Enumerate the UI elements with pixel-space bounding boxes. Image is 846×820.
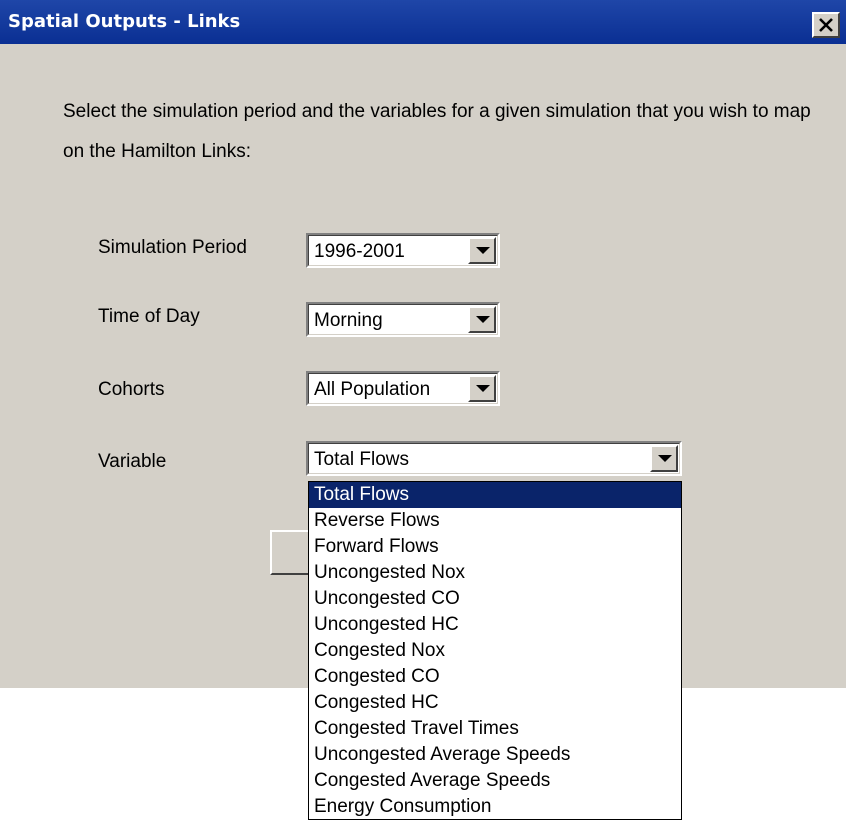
instructions-text: Select the simulation period and the var… xyxy=(63,101,811,162)
chevron-down-icon xyxy=(658,455,672,462)
variable-option[interactable]: Congested CO xyxy=(309,664,681,690)
variable-dropdown-list[interactable]: Total Flows Reverse Flows Forward Flows Unc… xyxy=(308,481,682,820)
variable-option[interactable]: Total Flows xyxy=(309,482,681,508)
cohorts-dropdown-button[interactable] xyxy=(468,375,496,402)
variable-option[interactable]: Uncongested HC xyxy=(309,612,681,638)
variable-option[interactable]: Congested Nox xyxy=(309,638,681,664)
variable-option[interactable]: Congested HC xyxy=(309,690,681,716)
variable-select[interactable]: Total Flows xyxy=(306,441,682,476)
cohorts-label: Cohorts xyxy=(98,379,165,400)
simulation-period-select[interactable]: 1996-2001 xyxy=(306,233,500,268)
close-button[interactable] xyxy=(812,12,840,38)
simulation-period-dropdown-button[interactable] xyxy=(468,237,496,264)
time-of-day-dropdown-button[interactable] xyxy=(468,306,496,333)
variable-option[interactable]: Forward Flows xyxy=(309,534,681,560)
cohorts-select[interactable]: All Population xyxy=(306,371,500,406)
chevron-down-icon xyxy=(476,247,490,254)
variable-value: Total Flows xyxy=(314,449,410,470)
chevron-down-icon xyxy=(476,316,490,323)
variable-option[interactable]: Congested Travel Times xyxy=(309,716,681,742)
time-of-day-label: Time of Day xyxy=(98,306,200,327)
time-of-day-select[interactable]: Morning xyxy=(306,302,500,337)
variable-option[interactable]: Uncongested CO xyxy=(309,586,681,612)
simulation-period-label: Simulation Period xyxy=(98,237,247,258)
obscured-button[interactable] xyxy=(270,530,310,575)
variable-option[interactable]: Uncongested Nox xyxy=(309,560,681,586)
chevron-down-icon xyxy=(476,385,490,392)
close-icon xyxy=(819,18,833,32)
cohorts-value: All Population xyxy=(314,379,431,400)
variable-option[interactable]: Energy Consumption xyxy=(309,794,681,819)
variable-option[interactable]: Uncongested Average Speeds xyxy=(309,742,681,768)
title-bar[interactable]: Spatial Outputs - Links xyxy=(0,0,846,44)
window-title: Spatial Outputs - Links xyxy=(8,11,241,32)
variable-label: Variable xyxy=(98,451,167,472)
time-of-day-value: Morning xyxy=(314,310,383,331)
simulation-period-value: 1996-2001 xyxy=(314,241,405,262)
variable-dropdown-button[interactable] xyxy=(650,445,678,472)
variable-option[interactable]: Congested Average Speeds xyxy=(309,768,681,794)
variable-option[interactable]: Reverse Flows xyxy=(309,508,681,534)
